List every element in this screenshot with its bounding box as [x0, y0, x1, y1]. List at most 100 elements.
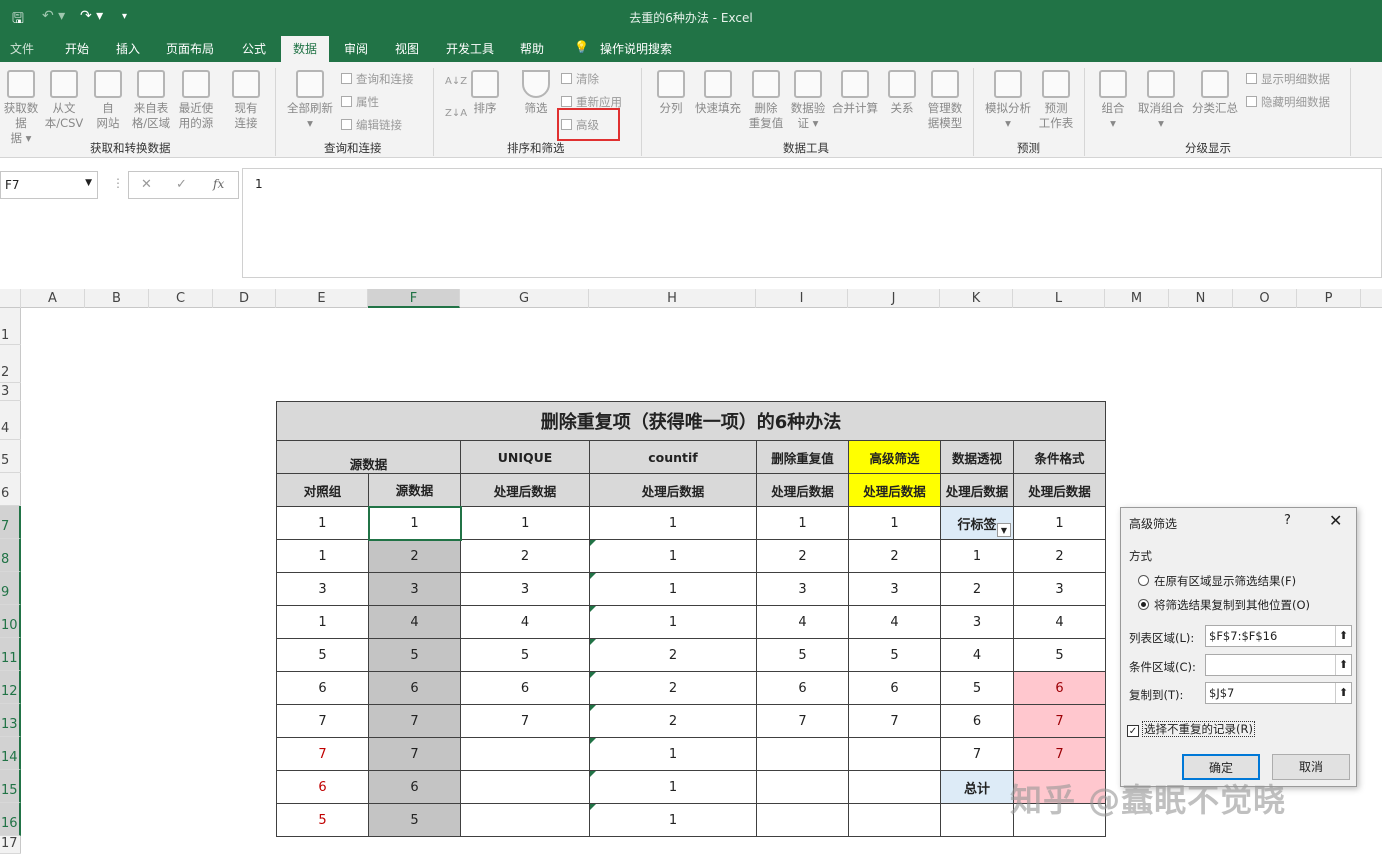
- cell[interactable]: 1: [1013, 506, 1106, 540]
- row-header[interactable]: 5: [0, 440, 21, 473]
- name-box[interactable]: F7 ▼: [0, 171, 98, 199]
- row-header[interactable]: 7: [0, 506, 21, 539]
- row-header[interactable]: 11: [0, 638, 21, 671]
- pivot-row-labels-cell[interactable]: 行标签 ▼: [940, 506, 1014, 540]
- cell[interactable]: [460, 803, 590, 837]
- cell[interactable]: 4: [368, 605, 461, 639]
- cell[interactable]: [756, 803, 849, 837]
- cell[interactable]: 7: [276, 704, 369, 738]
- cell[interactable]: 6: [756, 671, 849, 705]
- cell[interactable]: 1: [589, 605, 757, 639]
- insert-function-icon[interactable]: fx: [213, 177, 224, 191]
- cell[interactable]: 1: [589, 770, 757, 804]
- cell[interactable]: 7: [940, 737, 1014, 771]
- cell[interactable]: 1: [589, 572, 757, 606]
- cell[interactable]: 2: [589, 671, 757, 705]
- header-control-group[interactable]: 对照组: [276, 473, 369, 507]
- lightbulb-icon[interactable]: 💡: [574, 40, 589, 54]
- copy-to-input[interactable]: $J$7 ⬆: [1205, 682, 1352, 704]
- cell[interactable]: 5: [940, 671, 1014, 705]
- cell[interactable]: 2: [940, 572, 1014, 606]
- cell[interactable]: 5: [276, 803, 369, 837]
- cell[interactable]: 2: [589, 638, 757, 672]
- existing-connections-button[interactable]: 现有 连接: [228, 70, 264, 131]
- cell[interactable]: 7: [848, 704, 941, 738]
- show-detail-button[interactable]: 显示明细数据: [1246, 71, 1330, 87]
- queries-connections-button[interactable]: 查询和连接: [341, 71, 414, 87]
- radio-filter-in-place[interactable]: 在原有区域显示筛选结果(F): [1138, 573, 1296, 589]
- header-processed[interactable]: 处理后数据: [460, 473, 590, 507]
- column-header[interactable]: M: [1105, 289, 1169, 308]
- cell[interactable]: 4: [460, 605, 590, 639]
- row-header[interactable]: 12: [0, 671, 21, 704]
- manage-data-model-button[interactable]: 管理数 据模型: [925, 70, 965, 131]
- from-text-csv-button[interactable]: 从文 本/CSV: [43, 70, 85, 131]
- properties-button[interactable]: 属性: [341, 94, 379, 110]
- row-header[interactable]: 9: [0, 572, 21, 605]
- header-conditional-format[interactable]: 条件格式: [1013, 440, 1106, 474]
- group-button[interactable]: 组合 ▾: [1097, 70, 1129, 131]
- cell[interactable]: 3: [368, 572, 461, 606]
- cell[interactable]: 1: [276, 506, 369, 540]
- flash-fill-button[interactable]: 快速填充: [693, 70, 743, 116]
- header-advanced-filter[interactable]: 高级筛选: [848, 440, 941, 474]
- row-header[interactable]: 2: [0, 345, 21, 383]
- cell[interactable]: 1: [276, 605, 369, 639]
- cell[interactable]: 7: [460, 704, 590, 738]
- subtotal-button[interactable]: 分类汇总: [1190, 70, 1240, 116]
- column-header[interactable]: F: [368, 289, 460, 308]
- cell[interactable]: 2: [1013, 539, 1106, 573]
- row-header[interactable]: 10: [0, 605, 21, 638]
- unique-records-checkbox[interactable]: ✓ 选择不重复的记录(R): [1127, 721, 1255, 737]
- cell[interactable]: 7: [756, 704, 849, 738]
- cell[interactable]: 2: [368, 539, 461, 573]
- cell[interactable]: 5: [368, 638, 461, 672]
- row-header[interactable]: 14: [0, 737, 21, 770]
- row-header[interactable]: 15: [0, 770, 21, 803]
- filter-button[interactable]: 筛选: [518, 70, 554, 116]
- cell[interactable]: 3: [276, 572, 369, 606]
- consolidate-button[interactable]: 合并计算: [831, 70, 879, 116]
- ungroup-button[interactable]: 取消组合 ▾: [1136, 70, 1186, 131]
- tab-help[interactable]: 帮助: [520, 40, 544, 57]
- collapse-dialog-icon[interactable]: ⬆: [1335, 655, 1351, 675]
- row-header[interactable]: 1: [0, 308, 21, 345]
- tab-view[interactable]: 视图: [395, 40, 419, 57]
- column-header[interactable]: N: [1169, 289, 1233, 308]
- forecast-sheet-button[interactable]: 预测 工作表: [1036, 70, 1076, 131]
- cell[interactable]: 1: [589, 539, 757, 573]
- sort-descending-button[interactable]: Z↓A: [445, 108, 467, 119]
- column-header[interactable]: B: [85, 289, 149, 308]
- cell[interactable]: [756, 770, 849, 804]
- cell[interactable]: 5: [1013, 638, 1106, 672]
- header-pivot[interactable]: 数据透视: [940, 440, 1014, 474]
- cell[interactable]: 3: [756, 572, 849, 606]
- active-cell[interactable]: 1: [367, 505, 462, 541]
- tab-file[interactable]: 文件: [10, 40, 34, 57]
- get-data-button[interactable]: 获取数据据 ▾: [2, 70, 40, 146]
- edit-links-button[interactable]: 编辑链接: [341, 117, 402, 133]
- tab-formulas[interactable]: 公式: [242, 40, 266, 57]
- cell[interactable]: 4: [1013, 605, 1106, 639]
- formula-input[interactable]: 1: [242, 168, 1382, 278]
- cell[interactable]: 5: [368, 803, 461, 837]
- column-header[interactable]: A: [21, 289, 85, 308]
- cell[interactable]: 7: [368, 737, 461, 771]
- close-icon[interactable]: ✕: [1329, 511, 1342, 530]
- header-unique[interactable]: UNIQUE: [460, 440, 590, 474]
- cell[interactable]: 1: [848, 506, 941, 540]
- cell[interactable]: 1: [940, 539, 1014, 573]
- cell[interactable]: 5: [756, 638, 849, 672]
- cell[interactable]: 1: [589, 803, 757, 837]
- cell[interactable]: 7: [1013, 737, 1106, 771]
- cell[interactable]: 5: [848, 638, 941, 672]
- cell[interactable]: [940, 803, 1014, 837]
- select-all-corner[interactable]: [0, 289, 21, 308]
- radio-copy-to-location[interactable]: 将筛选结果复制到其他位置(O): [1138, 597, 1310, 613]
- row-header[interactable]: 17: [0, 836, 21, 854]
- column-header[interactable]: J: [848, 289, 940, 308]
- column-header[interactable]: D: [213, 289, 276, 308]
- clear-filter-button[interactable]: 清除: [561, 71, 599, 87]
- criteria-range-input[interactable]: ⬆: [1205, 654, 1352, 676]
- cell[interactable]: 6: [1013, 671, 1106, 705]
